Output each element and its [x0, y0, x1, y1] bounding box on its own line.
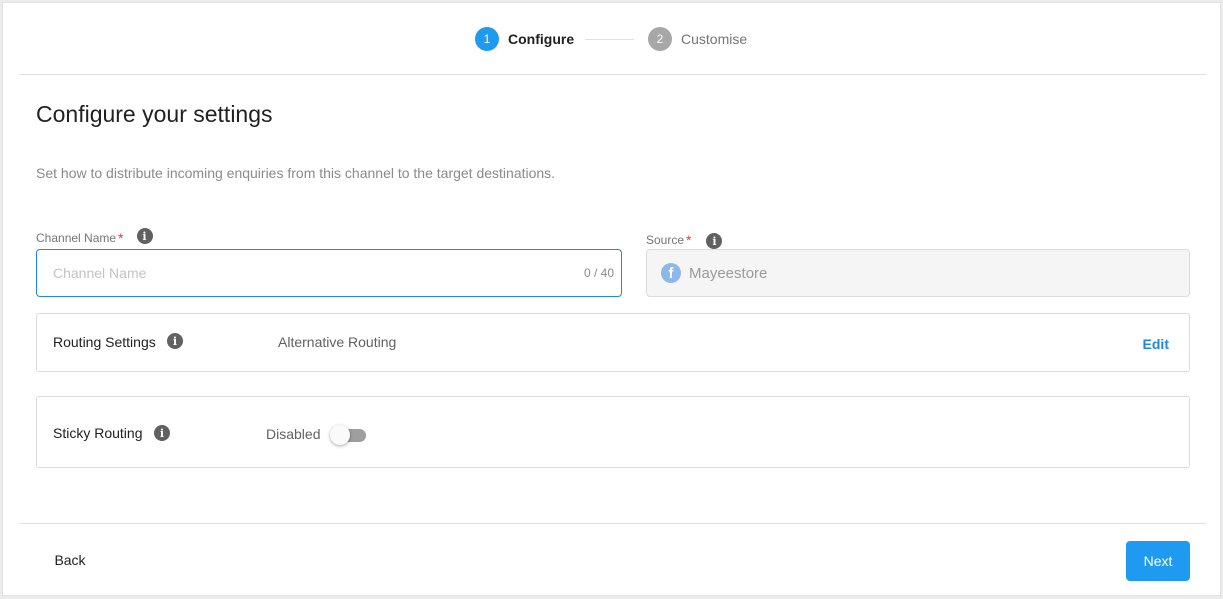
- footer-divider: [19, 523, 1206, 524]
- step-number-badge: 2: [648, 27, 672, 51]
- sticky-routing-row: Sticky Routing i Disabled: [36, 396, 1190, 468]
- routing-settings-label: Routing Settings: [53, 334, 156, 350]
- step-number-badge: 1: [475, 27, 499, 51]
- next-button[interactable]: Next: [1126, 541, 1190, 581]
- toggle-thumb: [330, 425, 350, 445]
- step-configure[interactable]: 1 Configure: [475, 27, 574, 51]
- step-label: Customise: [681, 31, 748, 47]
- channel-name-input[interactable]: [37, 250, 621, 296]
- stepper: 1 Configure 2 Customise: [3, 3, 1220, 75]
- source-field: f Mayeestore: [646, 249, 1190, 297]
- routing-settings-row: Routing Settings i Alternative Routing E…: [36, 313, 1190, 372]
- back-button[interactable]: Back: [39, 541, 101, 579]
- info-icon[interactable]: i: [167, 333, 183, 349]
- source-label-text: Source: [646, 233, 685, 247]
- step-connector: [585, 39, 634, 40]
- character-counter: 0 / 40: [583, 266, 614, 280]
- required-asterisk: *: [686, 232, 692, 248]
- page-subtitle: Set how to distribute incoming enquiries…: [36, 165, 556, 181]
- channel-name-field: 0 / 40: [36, 249, 622, 297]
- step-label: Configure: [508, 31, 575, 47]
- facebook-icon: f: [661, 263, 681, 283]
- channel-name-label: Channel Name * i: [36, 228, 153, 246]
- wizard-card: 1 Configure 2 Customise Configure your s…: [2, 2, 1221, 596]
- sticky-routing-status: Disabled: [266, 426, 321, 442]
- routing-settings-value: Alternative Routing: [278, 334, 397, 350]
- channel-name-label-text: Channel Name: [36, 231, 117, 245]
- header-divider: [19, 74, 1206, 75]
- source-label: Source * i: [646, 231, 723, 249]
- sticky-routing-toggle[interactable]: [330, 425, 368, 445]
- info-icon[interactable]: i: [136, 228, 153, 244]
- info-icon[interactable]: i: [706, 233, 723, 249]
- info-icon[interactable]: i: [154, 425, 170, 441]
- edit-routing-button[interactable]: Edit: [1143, 336, 1169, 352]
- step-customise[interactable]: 2 Customise: [648, 27, 747, 51]
- page-title: Configure your settings: [36, 101, 273, 127]
- source-value: Mayeestore: [689, 264, 768, 282]
- sticky-routing-label: Sticky Routing: [53, 425, 143, 441]
- required-asterisk: *: [118, 230, 124, 246]
